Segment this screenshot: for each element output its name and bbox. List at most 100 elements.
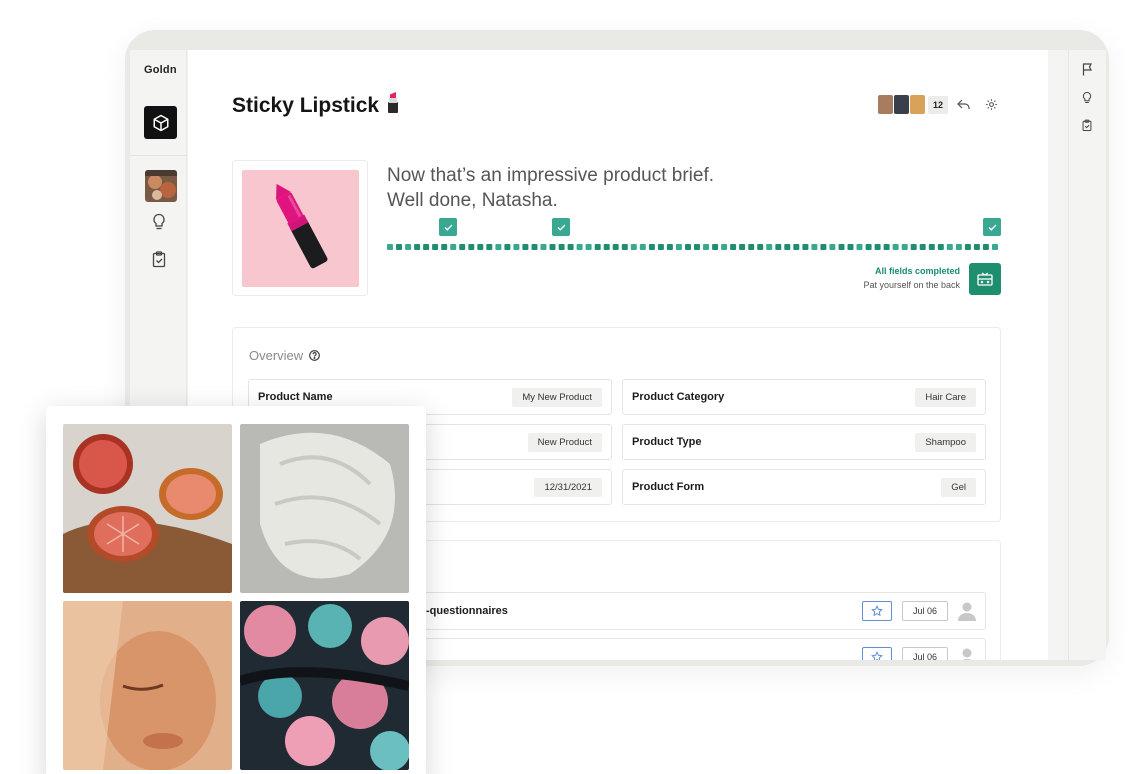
progress-dots	[387, 244, 998, 250]
field-label: Product Name	[258, 391, 333, 403]
task-label: -questionnaires	[426, 605, 508, 617]
status-subtitle: Pat yourself on the back	[863, 280, 960, 290]
overview-title-text: Overview	[249, 348, 304, 363]
progress-segment	[522, 244, 529, 250]
progress-segment	[621, 244, 628, 250]
progress-segment	[549, 244, 556, 250]
due-date-chip[interactable]: Jul 06	[902, 647, 948, 660]
marbled-paint-image[interactable]	[240, 601, 409, 770]
progress-segment	[775, 244, 782, 250]
face-portrait-image[interactable]	[63, 601, 232, 770]
brief-message-line1: Now that’s an impressive product brief.	[387, 165, 715, 186]
sidebar-project-thumbnail[interactable]	[145, 170, 177, 202]
clipboard-check-icon	[152, 250, 166, 267]
progress-segment	[919, 244, 926, 250]
product-image-card[interactable]	[232, 160, 368, 296]
progress-segment	[946, 244, 953, 250]
progress-segment	[730, 244, 737, 250]
progress-segment	[982, 244, 989, 250]
progress-segment	[901, 244, 908, 250]
progress-segment	[685, 244, 691, 250]
progress-segment	[892, 244, 899, 250]
lightbulb-icon	[153, 213, 165, 229]
flag-icon	[1082, 62, 1092, 75]
avatar	[878, 95, 893, 114]
field-value: 12/31/2021	[534, 478, 602, 497]
right-rail	[1068, 50, 1106, 660]
progress-segment	[838, 244, 845, 250]
brief-message-line2: Well done, Natasha.	[387, 190, 558, 211]
check-icon	[444, 224, 453, 231]
check-icon	[557, 224, 566, 231]
product-type-field[interactable]: Product Type Shampoo	[622, 424, 986, 460]
field-label: Product Type	[632, 436, 702, 448]
progress-segment	[477, 244, 484, 250]
page-title-text: Sticky Lipstick	[232, 94, 380, 117]
progress-segment	[468, 244, 475, 250]
sidebar-ideas-button[interactable]	[151, 212, 167, 230]
flag-button[interactable]	[1080, 62, 1094, 76]
progress-segment	[432, 244, 439, 250]
progress-segment	[973, 244, 980, 250]
gift-box-icon	[977, 272, 993, 286]
progress-segment	[757, 244, 764, 250]
star-icon	[871, 651, 883, 660]
progress-segment	[450, 244, 457, 250]
lightbulb-icon	[1082, 91, 1092, 103]
sidebar-tasks-button[interactable]	[151, 250, 167, 268]
field-value: Hair Care	[915, 388, 976, 407]
progress-segment	[531, 244, 538, 250]
assignee-avatar-icon[interactable]	[957, 647, 977, 660]
progress-segment	[612, 244, 619, 250]
status-title: All fields completed	[874, 266, 960, 276]
product-category-field[interactable]: Product Category Hair Care	[622, 379, 986, 415]
progress-segment	[648, 244, 655, 250]
progress-segment	[387, 244, 393, 250]
settings-button[interactable]	[984, 97, 998, 111]
rail-ideas-button[interactable]	[1080, 90, 1094, 104]
progress-segment	[748, 244, 755, 250]
progress-segment	[883, 244, 890, 250]
cube-icon	[153, 114, 168, 131]
product-form-field[interactable]: Product Form Gel	[622, 469, 986, 505]
collaborator-count: 12	[928, 95, 949, 114]
avatar	[894, 95, 909, 114]
grapefruit-image[interactable]	[63, 424, 232, 593]
app-logo: Goldn	[144, 64, 177, 76]
progress-segment	[820, 244, 827, 250]
progress-segment	[955, 244, 962, 250]
milestone-check	[552, 218, 570, 236]
clipboard-check-icon	[1082, 119, 1092, 131]
brief-progress	[387, 218, 1001, 252]
gear-icon	[985, 98, 997, 110]
rail-tasks-button[interactable]	[1080, 118, 1094, 132]
share-button[interactable]	[956, 97, 970, 111]
field-value: My New Product	[512, 388, 602, 407]
progress-segment	[594, 244, 601, 250]
progress-segment	[928, 244, 935, 250]
progress-segment	[766, 244, 773, 250]
cream-texture-image[interactable]	[240, 424, 409, 593]
progress-segment	[964, 244, 971, 250]
assignee-avatar-icon[interactable]	[957, 601, 977, 621]
due-date-chip[interactable]: Jul 06	[902, 601, 948, 621]
progress-segment	[847, 244, 854, 250]
progress-segment	[414, 244, 421, 250]
favorite-button[interactable]	[862, 647, 892, 660]
help-icon[interactable]	[309, 350, 321, 361]
avatar	[910, 95, 925, 114]
progress-segment	[865, 244, 872, 250]
progress-segment	[712, 244, 719, 250]
collaborators[interactable]: 12	[878, 95, 949, 114]
check-icon	[988, 224, 997, 231]
progress-segment	[540, 244, 547, 250]
progress-segment	[937, 244, 944, 250]
favorite-button[interactable]	[862, 601, 892, 621]
milestone-check	[439, 218, 457, 236]
overview-title: Overview	[249, 348, 321, 363]
progress-segment	[513, 244, 520, 250]
products-button[interactable]	[144, 106, 177, 139]
progress-segment	[603, 244, 610, 250]
celebrate-button[interactable]	[969, 263, 1001, 295]
progress-segment	[567, 244, 574, 250]
